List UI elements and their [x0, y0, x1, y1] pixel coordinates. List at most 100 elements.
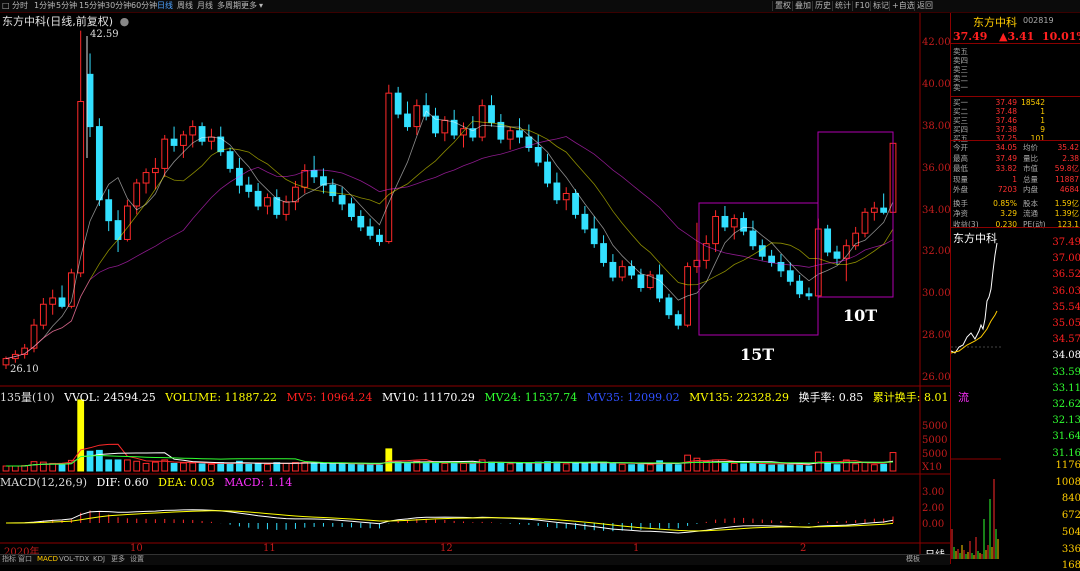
- order-level-row[interactable]: 卖一: [953, 83, 1079, 92]
- tab-settings[interactable]: 设置: [130, 555, 144, 564]
- price-change: ▲3.41: [999, 30, 1035, 43]
- pct-change: 10.01%: [1042, 30, 1080, 43]
- tab-daily[interactable]: 日线: [157, 1, 173, 11]
- order-level-row[interactable]: 买一 37.49 18542: [953, 98, 1079, 107]
- stat-value: 11887: [1055, 174, 1079, 184]
- volume-bar: [497, 462, 505, 472]
- stat-label: 最低: [953, 164, 968, 173]
- x-tick: 1: [633, 543, 640, 554]
- candle-body: [562, 192, 570, 201]
- volume-bar: [245, 463, 253, 472]
- mv10-value: MV10: 11170.29: [381, 391, 475, 404]
- volume-bar: [674, 464, 682, 472]
- candle-body: [656, 274, 663, 299]
- volume-bar: [198, 463, 206, 472]
- volume-bar: [758, 463, 766, 472]
- candle-body: [95, 126, 103, 201]
- order-level-row[interactable]: 买五 37.25 101: [953, 134, 1079, 143]
- dropdown-icon[interactable]: ▾: [259, 1, 263, 11]
- volume-bar: [572, 462, 579, 472]
- stat-value: 34.05: [995, 143, 1017, 152]
- macd-indicator-header[interactable]: MACD(12,26,9) DIF: 0.60 DEA: 0.03 MACD: …: [0, 476, 298, 489]
- history-button[interactable]: 历史: [812, 1, 833, 11]
- kline-chart[interactable]: [0, 13, 950, 554]
- volume-bar: [189, 462, 197, 472]
- tab-monthly[interactable]: 月线: [197, 1, 213, 11]
- stat-label: 换手: [953, 198, 968, 208]
- tab-window[interactable]: 窗口: [18, 555, 32, 564]
- candle-body: [618, 266, 626, 278]
- mini-intraday-chart[interactable]: [951, 241, 1001, 561]
- volume-bar: [637, 463, 645, 472]
- x-tick: 2: [800, 543, 807, 554]
- tab-15min[interactable]: 15分钟: [79, 1, 105, 11]
- candle-body: [786, 270, 794, 282]
- candle-body: [189, 126, 197, 136]
- volume-bar: [2, 465, 10, 472]
- candle-body: [441, 119, 449, 134]
- candle-body: [609, 261, 617, 278]
- order-level-row[interactable]: 卖二: [953, 74, 1079, 83]
- tb-menu-icon[interactable]: □: [2, 1, 10, 11]
- volume-bar: [39, 461, 47, 472]
- tab-fenshi[interactable]: 分时: [12, 1, 28, 11]
- stats-button[interactable]: 统计: [832, 1, 853, 11]
- volume-bar: [581, 462, 589, 472]
- tab-more[interactable]: 更多: [241, 1, 257, 11]
- order-level-row[interactable]: 买三 37.46 1: [953, 116, 1079, 125]
- tab-macd[interactable]: MACD: [37, 555, 58, 564]
- volume-indicator-header[interactable]: 135量(10) VVOL: 24594.25 VOLUME: 11887.22…: [0, 389, 975, 404]
- tab-60min[interactable]: 60分钟: [131, 1, 157, 11]
- volume-bar: [749, 462, 757, 472]
- order-level-row[interactable]: 卖四: [953, 56, 1079, 65]
- volume-bar: [273, 462, 281, 472]
- order-level-row[interactable]: 卖三: [953, 65, 1079, 74]
- volume-bar: [469, 462, 477, 472]
- tab-kdj[interactable]: KDJ: [93, 555, 105, 564]
- y-tick: 28.00: [922, 330, 951, 341]
- candle-body: [226, 151, 234, 169]
- tab-f10[interactable]: F10: [852, 1, 872, 11]
- tab-1min[interactable]: 1分钟: [34, 1, 55, 11]
- volume-bar: [768, 464, 776, 472]
- candle-body: [404, 113, 411, 128]
- mini-price-tick: 32.13: [1052, 415, 1080, 427]
- volume-bar: [525, 462, 533, 472]
- tab-indicator[interactable]: 指标: [2, 555, 16, 564]
- back-button[interactable]: 返回: [914, 1, 935, 11]
- tab-5min[interactable]: 5分钟: [56, 1, 77, 11]
- fuquan-button[interactable]: 置权: [772, 1, 793, 11]
- order-level-row[interactable]: 买二 37.48 1: [953, 107, 1079, 116]
- order-level-row[interactable]: 买四 37.38 9: [953, 125, 1079, 134]
- tab-multi-period[interactable]: 多周期: [217, 1, 241, 11]
- candle-body: [553, 182, 561, 201]
- volume-bar: [348, 463, 355, 472]
- template-button[interactable]: 模板: [906, 555, 920, 564]
- quote-panel: 东方中科 002819 37.49 ▲3.41 10.01% 卖五卖四卖三卖二卖…: [925, 13, 1080, 571]
- add-watchlist-button[interactable]: +自选: [889, 1, 917, 11]
- candle-body: [637, 274, 645, 289]
- volume-bar: [385, 448, 393, 472]
- tab-weekly[interactable]: 周线: [177, 1, 193, 11]
- volume-bar: [441, 462, 449, 472]
- level-label: 买四: [953, 125, 968, 134]
- stat-row: 净资 3.29 流通 1.39亿: [953, 209, 1079, 218]
- stat-row: 换手 0.85% 股本 1.59亿: [953, 199, 1079, 208]
- mark-button[interactable]: 标记: [870, 1, 891, 11]
- vol-tick: 5000: [922, 421, 948, 432]
- candle-body: [516, 130, 523, 138]
- volume-bar: [123, 459, 131, 472]
- stat-label: 市值: [1023, 164, 1038, 173]
- stat-row: 最高 37.49 量比 2.38: [953, 154, 1079, 163]
- divider: [951, 227, 1080, 228]
- divider: [951, 96, 1080, 97]
- volume-bar: [609, 462, 617, 472]
- candle-body: [413, 105, 421, 128]
- tab-more[interactable]: 更多: [111, 555, 125, 564]
- tab-vol-tdx[interactable]: VOL-TDX: [59, 555, 89, 564]
- order-level-row[interactable]: 卖五: [953, 47, 1079, 56]
- overlay-button[interactable]: 叠加: [792, 1, 813, 11]
- mini-price-tick: 31.16: [1052, 447, 1080, 459]
- ma-line: [5, 120, 894, 359]
- tab-30min[interactable]: 30分钟: [105, 1, 131, 11]
